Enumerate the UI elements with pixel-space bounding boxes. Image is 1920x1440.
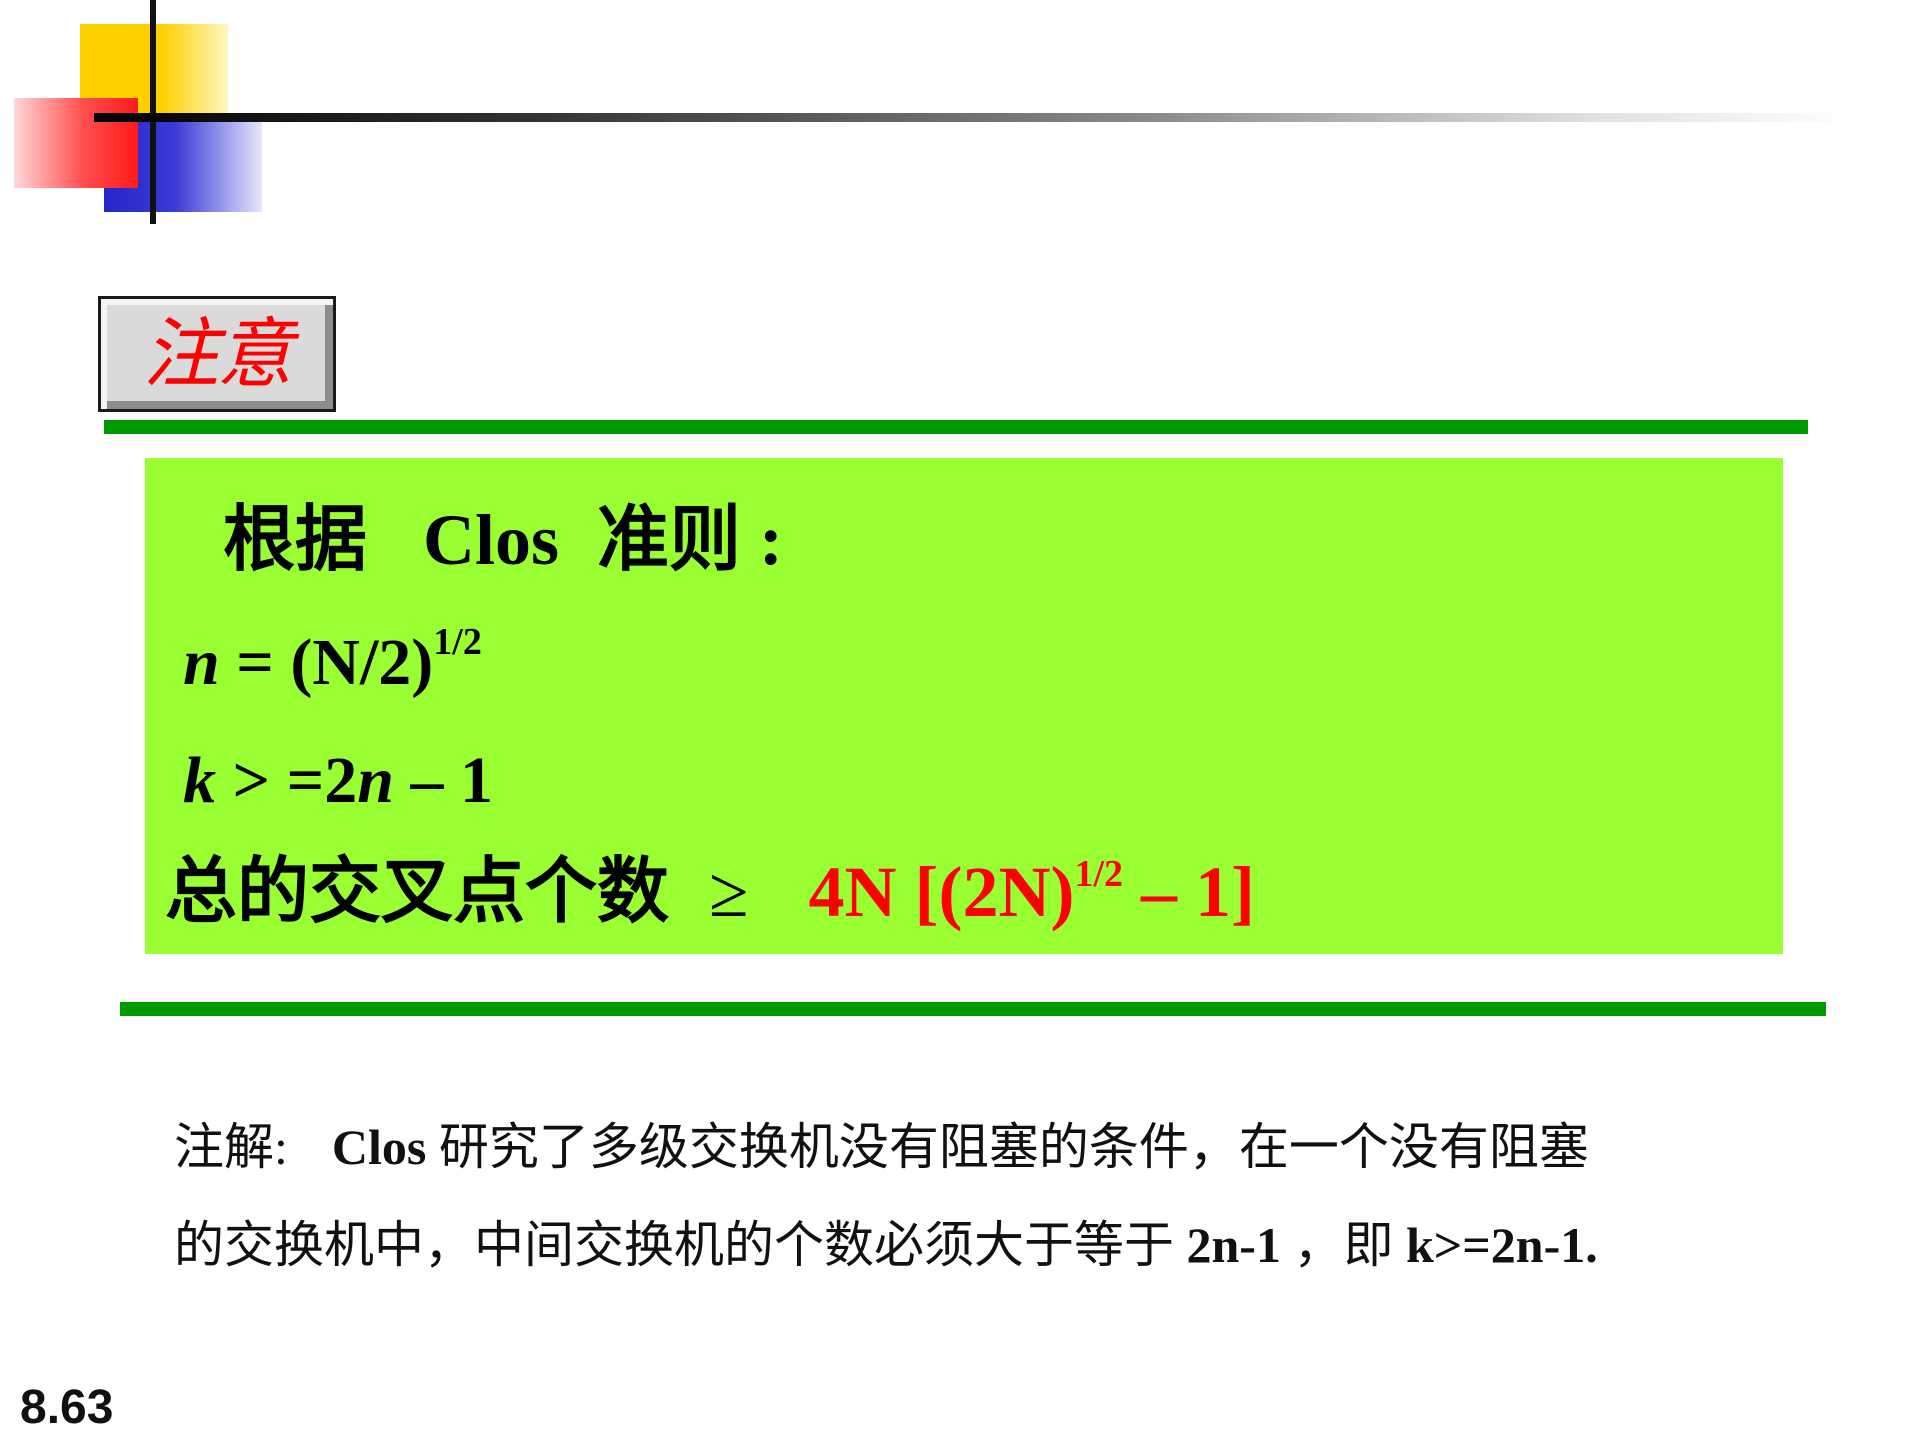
- header-gradient-line: [94, 113, 1854, 122]
- attention-badge: 注意: [98, 296, 336, 412]
- formula-box: 根据 Clos 准则 : n = (N/2)1/2 k > =2n – 1 总的交叉…: [145, 458, 1783, 954]
- formula-n: n = (N/2)1/2: [183, 623, 482, 696]
- formula-total-crosspoints: 总的交叉点个数 ≥4N [(2N)1/2 – 1]: [165, 855, 1255, 928]
- page-number: 8.63: [20, 1381, 114, 1434]
- total-expr-post: – 1]: [1123, 852, 1255, 932]
- logo-vertical-line: [150, 0, 156, 224]
- green-rule-top: [104, 420, 1808, 434]
- total-geq-symbol: ≥: [709, 852, 749, 932]
- formula-k: k > =2n – 1: [183, 748, 493, 814]
- note-clos: Clos: [331, 1119, 427, 1175]
- formula-n-exponent: 1/2: [433, 621, 482, 663]
- formula-k-var2: n: [357, 744, 394, 817]
- total-expression: 4N [(2N)1/2 – 1]: [809, 852, 1255, 932]
- formula-n-expr: = (N/2): [219, 626, 434, 699]
- note-line2-text: 的交换机中，中间交换机的个数必须大于等于: [174, 1217, 1187, 1273]
- total-expr-pre: 4N [(2N): [808, 852, 1075, 932]
- explanation-line-2: 的交换机中，中间交换机的个数必须大于等于 2n-1 ，即 k>=2n-1.: [174, 1196, 1734, 1294]
- formula-k-expr2: – 1: [393, 744, 493, 817]
- title-clos: Clos: [423, 500, 560, 580]
- note-line1-text: 研究了多级交换机没有阻塞的条件，在一个没有阻塞: [426, 1119, 1589, 1175]
- green-rule-bottom: [120, 1002, 1826, 1016]
- explanation-line-1: 注解: Clos 研究了多级交换机没有阻塞的条件，在一个没有阻塞: [174, 1098, 1734, 1196]
- formula-n-var: n: [183, 626, 220, 699]
- formula-k-expr1: > =2: [216, 744, 358, 817]
- title-suffix: 准则 :: [597, 500, 784, 580]
- clos-criterion-title: 根据 Clos 准则 :: [223, 504, 783, 576]
- logo-red-square: [14, 98, 138, 188]
- formula-k-var: k: [183, 744, 216, 817]
- total-expr-exponent: 1/2: [1074, 853, 1124, 895]
- note-line2-value: 2n-1: [1186, 1217, 1281, 1273]
- note-line2-inequality: k>=2n-1.: [1405, 1217, 1598, 1273]
- total-label: 总的交叉点个数: [165, 852, 670, 932]
- attention-badge-text: 注意: [143, 309, 293, 398]
- title-prefix: 根据: [223, 500, 368, 580]
- note-line2-sep: ，即: [1280, 1217, 1406, 1273]
- explanation-note: 注解: Clos 研究了多级交换机没有阻塞的条件，在一个没有阻塞 的交换机中，中间…: [174, 1098, 1734, 1294]
- note-label: 注解:: [174, 1119, 288, 1175]
